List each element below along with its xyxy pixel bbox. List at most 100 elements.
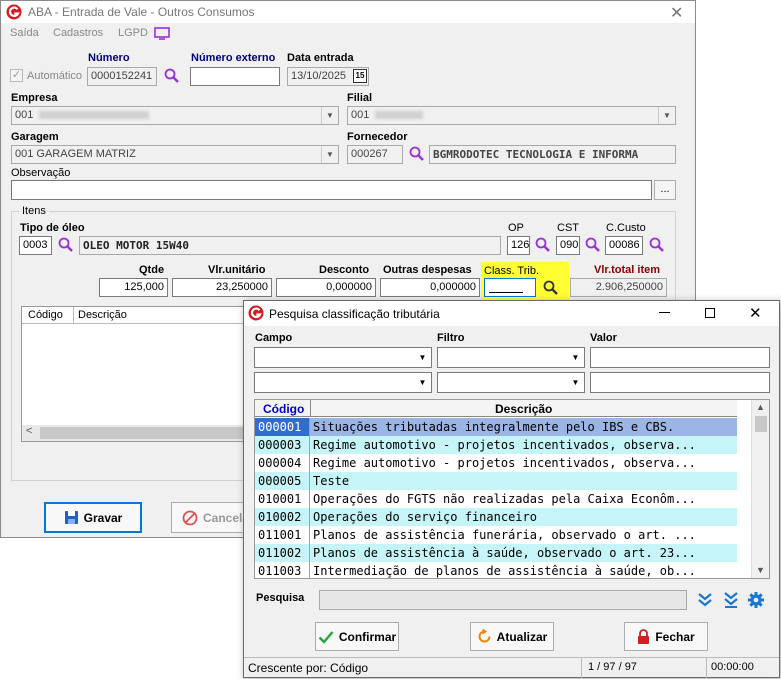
vlr-unitario-field[interactable]: 23,250000	[172, 278, 272, 297]
filtro-select-2[interactable]: ▼	[437, 372, 585, 393]
table-row[interactable]: 010002 Operações do serviço financeiro	[255, 508, 737, 526]
menu-lgpd[interactable]: LGPD	[118, 27, 148, 39]
search-icon[interactable]	[408, 145, 426, 163]
qtde-field[interactable]: 125,000	[99, 278, 168, 297]
chevron-down-icon[interactable]: ▼	[414, 373, 431, 392]
table-row[interactable]: 011003 Intermediação de planos de assistê…	[255, 562, 737, 578]
vertical-scrollbar[interactable]: ▲ ▼	[751, 400, 769, 578]
fornecedor-label: Fornecedor	[347, 131, 408, 143]
items-grid[interactable]: Código Descrição <	[21, 306, 251, 442]
op-label: OP	[508, 222, 524, 234]
chevron-down-icon[interactable]: ▼	[567, 348, 584, 367]
atualizar-button[interactable]: Atualizar	[470, 622, 554, 651]
campo-select-2[interactable]: ▼	[254, 372, 432, 393]
grid-header-descricao[interactable]: Descrição	[78, 309, 127, 321]
table-row[interactable]: 000001 Situações tributadas integralmente…	[255, 418, 737, 436]
gravar-button[interactable]: Gravar	[44, 502, 142, 533]
chevron-down-icon[interactable]: ▼	[321, 146, 338, 163]
scroll-left-icon[interactable]: <	[26, 425, 32, 437]
observacao-field[interactable]	[11, 180, 652, 200]
class-trib-field[interactable]	[484, 278, 536, 297]
minimize-icon[interactable]	[659, 312, 670, 313]
valor-label: Valor	[590, 332, 617, 344]
chevron-down-bar-icon[interactable]	[722, 591, 740, 609]
search-icon[interactable]	[163, 67, 181, 85]
valor-input-1[interactable]	[590, 347, 770, 368]
class-trib-label: Class. Trib.	[484, 265, 540, 277]
search-icon[interactable]	[584, 236, 602, 254]
search-dialog: Pesquisa classificação tributária ✕ Camp…	[243, 300, 780, 678]
search-icon[interactable]	[534, 236, 552, 254]
results-grid[interactable]: Código Descrição 000001 Situações tributa…	[254, 399, 770, 579]
table-row[interactable]: 000003 Regime automotivo - projetos incen…	[255, 436, 737, 454]
desconto-field[interactable]: 0,000000	[276, 278, 376, 297]
numero-field[interactable]: 0000152241	[87, 67, 157, 86]
op-field[interactable]: 126	[507, 236, 530, 255]
qtde-label: Qtde	[139, 264, 165, 276]
numero-label: Número	[88, 52, 130, 64]
campo-select-1[interactable]: ▼	[254, 347, 432, 368]
filial-combo[interactable]: 001 ▼	[347, 106, 676, 125]
ccusto-field[interactable]: 00086	[605, 236, 643, 255]
vlr-unitario-label: Vlr.unitário	[208, 264, 266, 276]
table-row[interactable]: 000004 Regime automotivo - projetos incen…	[255, 454, 737, 472]
campo-label: Campo	[255, 332, 293, 344]
status-count: 1 / 97 / 97	[588, 661, 637, 673]
grid-header-codigo[interactable]: Código	[28, 309, 63, 321]
confirmar-button[interactable]: Confirmar	[315, 622, 399, 651]
outras-despesas-field[interactable]: 0,000000	[380, 278, 480, 297]
table-row[interactable]: 011001 Planos de assistência funerária, o…	[255, 526, 737, 544]
empresa-combo[interactable]: 001 ▼	[11, 106, 339, 125]
refresh-icon	[478, 629, 491, 643]
save-icon	[64, 511, 78, 524]
close-icon[interactable]: ✕	[670, 3, 683, 23]
chevron-down-icon[interactable]: ▼	[321, 107, 338, 124]
table-row[interactable]: 000005 Teste	[255, 472, 737, 490]
scroll-up-icon[interactable]: ▲	[756, 402, 765, 412]
numero-externo-field[interactable]	[190, 67, 280, 86]
search-icon[interactable]	[542, 279, 560, 297]
maximize-icon[interactable]	[705, 308, 715, 318]
observacao-label: Observação	[11, 167, 71, 179]
menu-saida[interactable]: Saída	[10, 27, 39, 39]
menu-cadastros[interactable]: Cadastros	[53, 27, 103, 39]
app-logo-icon	[248, 305, 264, 321]
garagem-combo[interactable]: 001 GARAGEM MATRIZ ▼	[11, 145, 339, 164]
ccusto-label: C.Custo	[606, 222, 646, 234]
fornecedor-code[interactable]: 000267	[347, 145, 403, 164]
calendar-icon[interactable]: 15	[353, 69, 367, 83]
garagem-label: Garagem	[11, 131, 59, 143]
filtro-select-1[interactable]: ▼	[437, 347, 585, 368]
automatico-checkbox[interactable]: ✓	[10, 69, 23, 82]
dialog-title-bar: Pesquisa classificação tributária ✕	[244, 301, 779, 326]
grid-header-codigo[interactable]: Código	[263, 402, 304, 416]
status-bar: Crescente por: Código 1 / 97 / 97 00:00:…	[244, 657, 779, 678]
chevron-down-icon[interactable]: ▼	[414, 348, 431, 367]
status-time: 00:00:00	[711, 661, 754, 673]
monitor-icon[interactable]	[154, 27, 170, 40]
horizontal-scrollbar[interactable]: <	[22, 425, 250, 441]
fechar-button[interactable]: Fechar	[624, 622, 708, 651]
search-icon[interactable]	[57, 236, 75, 254]
cst-field[interactable]: 090	[556, 236, 580, 255]
pesquisa-input[interactable]	[319, 590, 687, 610]
table-row[interactable]: 011002 Planos de assistência à saúde, obs…	[255, 544, 737, 562]
observacao-ellipsis-button[interactable]: ...	[654, 180, 676, 200]
search-icon[interactable]	[648, 236, 666, 254]
chevron-double-down-icon[interactable]	[696, 591, 714, 609]
scroll-down-icon[interactable]: ▼	[756, 565, 765, 575]
close-icon[interactable]: ✕	[749, 304, 762, 322]
chevron-down-icon[interactable]: ▼	[567, 373, 584, 392]
tipo-oleo-code[interactable]: 0003	[19, 236, 52, 255]
valor-input-2[interactable]	[590, 372, 770, 393]
table-row[interactable]: 010001 Operações do FGTS não realizadas p…	[255, 490, 737, 508]
grid-header-descricao[interactable]: Descrição	[495, 402, 552, 416]
filtro-label: Filtro	[437, 332, 465, 344]
vlr-total-field: 2.906,250000	[570, 278, 667, 297]
gear-icon[interactable]	[747, 591, 765, 609]
cancelar-button[interactable]: Cancela	[171, 502, 251, 533]
automatico-label: Automático	[27, 70, 83, 82]
chevron-down-icon[interactable]: ▼	[658, 107, 675, 124]
itens-group-label: Itens	[19, 205, 49, 217]
data-entrada-label: Data entrada	[287, 52, 354, 64]
